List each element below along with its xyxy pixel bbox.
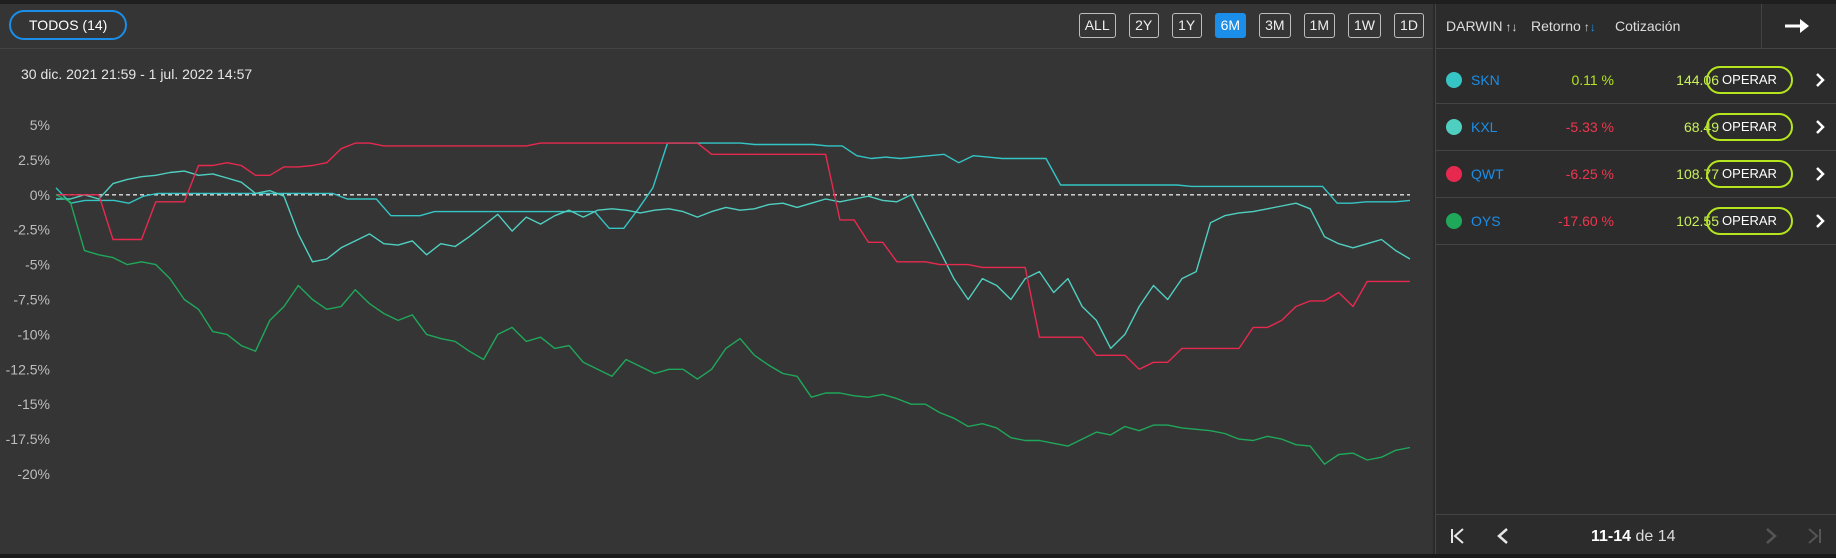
prev-page-icon[interactable]: [1496, 527, 1510, 545]
return-value: -6.25 %: [1565, 166, 1614, 182]
darwin-row-oys[interactable]: OYS -17.60 % 102.55 OPERAR: [1436, 198, 1836, 245]
operar-button[interactable]: OPERAR: [1706, 207, 1793, 235]
column-return-header[interactable]: Retorno ↑↓: [1531, 18, 1596, 34]
column-return-label: Retorno: [1531, 18, 1581, 34]
operar-button[interactable]: OPERAR: [1706, 160, 1793, 188]
pagination: 11-14 de 14: [1436, 514, 1836, 554]
series-color-dot: [1446, 119, 1462, 135]
return-value: 0.11 %: [1571, 72, 1614, 88]
darwin-list-panel: DARWIN ↑↓ Retorno ↑↓ Cotización SKN 0.11 % 1…: [1435, 4, 1836, 554]
darwin-row-kxl[interactable]: KXL -5.33 % 68.49 OPERAR: [1436, 104, 1836, 151]
darwin-row-skn[interactable]: SKN 0.11 % 144.06 OPERAR: [1436, 57, 1836, 104]
y-tick-label: -2.5%: [13, 222, 50, 238]
y-tick-label: -17.5%: [6, 431, 50, 447]
column-quote-header[interactable]: Cotización: [1615, 18, 1680, 34]
y-tick-label: -5%: [25, 257, 50, 273]
darwin-name-link[interactable]: KXL: [1471, 119, 1497, 135]
column-darwin-label: DARWIN: [1446, 18, 1503, 34]
series-line-qwt: [56, 142, 1410, 370]
page-total: 14: [1657, 528, 1676, 545]
series-color-dot: [1446, 72, 1462, 88]
exit-arrow-icon: [1785, 19, 1809, 33]
y-tick-label: 5%: [30, 117, 50, 133]
table-header: DARWIN ↑↓ Retorno ↑↓ Cotización: [1436, 4, 1836, 49]
y-tick-label: 2.5%: [18, 152, 50, 168]
return-value: -5.33 %: [1565, 119, 1614, 135]
operar-button[interactable]: OPERAR: [1706, 66, 1793, 94]
return-value: -17.60 %: [1557, 213, 1614, 229]
performance-chart: 5% 2.5% 0% -2.5% -5% -7.5% -10% -12.5% -15% -17.5…: [6, 117, 1411, 482]
chevron-right-icon[interactable]: [1814, 72, 1826, 88]
bottom-border: [0, 554, 1836, 558]
chevron-right-icon[interactable]: [1814, 166, 1826, 182]
page-indicator: 11-14 de 14: [1591, 528, 1676, 546]
y-tick-label: -10%: [17, 326, 50, 342]
chart-panel: TODOS (14) ALL 2Y 1Y 6M 3M 1M 1W 1D 30 dic. 202…: [0, 4, 1433, 554]
chevron-right-icon[interactable]: [1814, 119, 1826, 135]
y-tick-label: -15%: [17, 396, 50, 412]
y-tick-label: -7.5%: [13, 292, 50, 308]
column-darwin-header[interactable]: DARWIN ↑↓: [1446, 18, 1518, 34]
y-tick-label: -12.5%: [6, 361, 50, 377]
collapse-panel-button[interactable]: [1761, 4, 1836, 49]
next-page-icon[interactable]: [1764, 527, 1778, 545]
darwin-row-qwt[interactable]: QWT -6.25 % 108.77 OPERAR: [1436, 151, 1836, 198]
series-color-dot: [1446, 213, 1462, 229]
sort-icon: ↑↓: [1505, 20, 1518, 34]
page-range: 11-14: [1591, 528, 1632, 545]
series-line-skn: [55, 142, 1411, 230]
column-quote-label: Cotización: [1615, 18, 1681, 34]
chevron-right-icon[interactable]: [1814, 213, 1826, 229]
y-tick-label: -20%: [17, 466, 50, 482]
series-line-kxl: [56, 170, 1411, 350]
page-of-label: de: [1635, 528, 1654, 545]
darwin-name-link[interactable]: OYS: [1471, 213, 1501, 229]
darwin-name-link[interactable]: SKN: [1471, 72, 1500, 88]
operar-button[interactable]: OPERAR: [1706, 113, 1793, 141]
darwin-name-link[interactable]: QWT: [1471, 166, 1504, 182]
last-page-icon[interactable]: [1806, 527, 1822, 545]
y-tick-label: 0%: [30, 187, 50, 203]
first-page-icon[interactable]: [1450, 527, 1466, 545]
series-color-dot: [1446, 166, 1462, 182]
sort-active-icon: ↑↓: [1583, 20, 1596, 34]
